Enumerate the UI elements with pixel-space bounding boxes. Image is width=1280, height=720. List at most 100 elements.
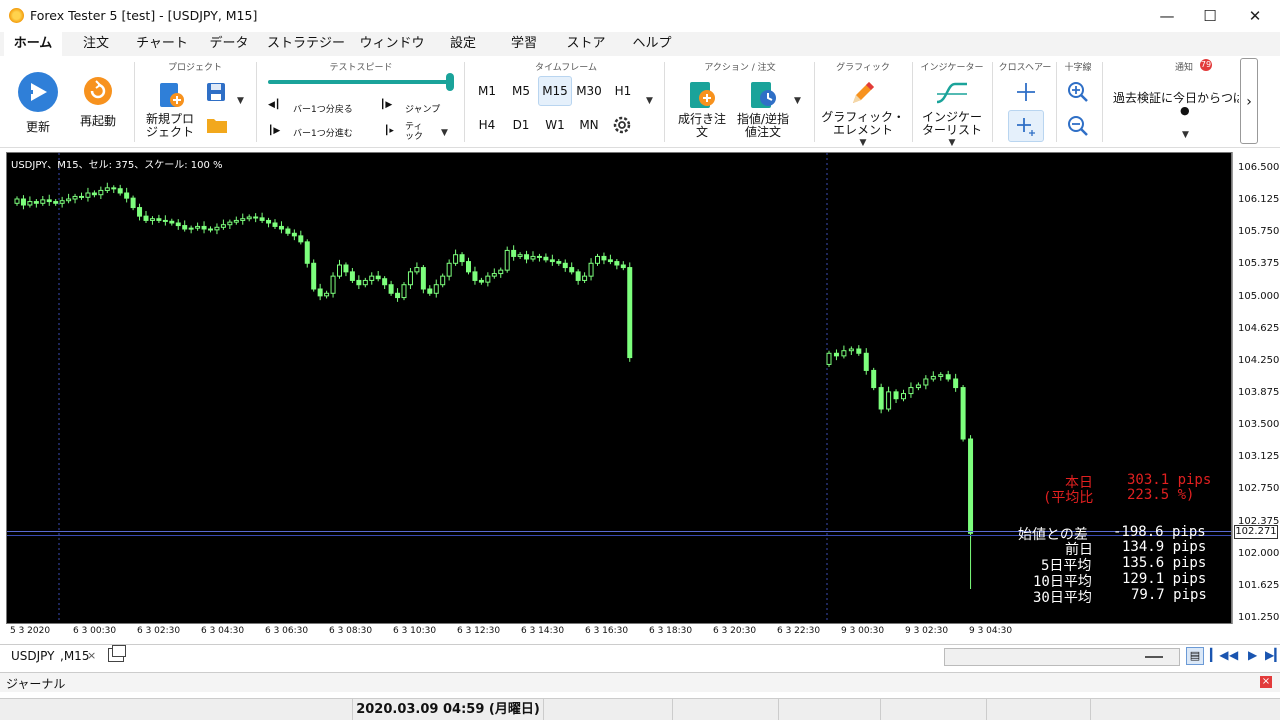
- tab-close-icon[interactable]: ×: [87, 649, 96, 662]
- timeframe-m30[interactable]: M30: [573, 79, 605, 103]
- candle-down: [863, 352, 869, 371]
- timeframe-m15[interactable]: M15: [538, 76, 572, 106]
- forward-bar-icon[interactable]: ┃▶: [268, 126, 280, 136]
- tick-button[interactable]: ティ ック: [405, 122, 423, 142]
- speed-slider-track[interactable]: [268, 80, 452, 84]
- candle-down: [182, 225, 188, 230]
- menu-window[interactable]: ウィンドウ: [358, 32, 426, 56]
- timeframe-group-label: タイムフレーム: [534, 63, 597, 73]
- market-order-button[interactable]: 成行き注 文: [674, 80, 730, 142]
- time-tick-label: 9 3 02:30: [905, 626, 949, 636]
- jump-last-icon[interactable]: ▶▎: [1265, 648, 1280, 662]
- timeframe-m1[interactable]: M1: [471, 79, 503, 103]
- timeframe-dropdown-icon[interactable]: ▼: [646, 96, 653, 106]
- timeframe-h4[interactable]: H4: [471, 113, 503, 137]
- scrollbar-thumb[interactable]: [1145, 656, 1163, 658]
- minimize-icon[interactable]: —: [1155, 4, 1179, 28]
- zoom-out-icon[interactable]: [1066, 114, 1090, 138]
- candle-down: [46, 199, 52, 203]
- tick-icon[interactable]: ┃▸: [384, 126, 394, 136]
- back-bar-button[interactable]: バー1つ分戻る: [293, 102, 353, 115]
- menu-strategy[interactable]: ストラテジー: [266, 32, 346, 56]
- timeframe-w1[interactable]: W1: [539, 113, 571, 137]
- save-icon[interactable]: [206, 82, 226, 102]
- timeframe-mn[interactable]: MN: [573, 113, 605, 137]
- stat-prev-value: 134.9 pips: [1122, 539, 1207, 555]
- zoom-in-icon[interactable]: [1066, 80, 1090, 104]
- timeframe-h1[interactable]: H1: [607, 79, 639, 103]
- update-button[interactable]: 更新: [12, 70, 64, 142]
- restart-button[interactable]: 再起動: [72, 76, 124, 142]
- jump-icon[interactable]: ┃▶: [380, 100, 392, 110]
- menu-settings[interactable]: 設定: [440, 32, 486, 56]
- menu-chart[interactable]: チャート: [132, 32, 192, 56]
- speed-dropdown-icon[interactable]: ▼: [441, 128, 448, 138]
- time-tick-label: 6 3 14:30: [521, 626, 565, 636]
- candle-up: [227, 221, 233, 226]
- candle-down: [343, 264, 349, 273]
- restart-label: 再起動: [79, 114, 116, 128]
- time-tick-label: 6 3 04:30: [201, 626, 245, 636]
- candle-up: [246, 216, 252, 220]
- price-axis[interactable]: 106.500 106.125 105.750 105.375 105.000 104.6…: [1232, 152, 1280, 624]
- indicator-list-button[interactable]: インジケー ターリスト ▼: [916, 78, 988, 148]
- candle-up: [453, 254, 459, 264]
- candle-up: [841, 350, 847, 357]
- menu-learn[interactable]: 学習: [500, 32, 548, 56]
- timeframe-m5[interactable]: M5: [505, 79, 537, 103]
- new-window-icon[interactable]: [108, 645, 126, 662]
- jump-button[interactable]: ジャンプ: [405, 102, 440, 115]
- candle-down: [33, 201, 39, 204]
- time-tick-label: 6 3 16:30: [585, 626, 629, 636]
- divider: [464, 62, 465, 142]
- price-tick-label: 101.625: [1238, 579, 1280, 591]
- close-icon[interactable]: ✕: [1243, 4, 1267, 28]
- order-dropdown-icon[interactable]: ▼: [794, 96, 801, 106]
- time-tick-label: 6 3 12:30: [457, 626, 501, 636]
- tab-usdjpy-m15-timeframe[interactable]: ,M15: [60, 649, 89, 663]
- time-tick-label: 9 3 04:30: [969, 626, 1013, 636]
- candle-up: [886, 391, 892, 410]
- candle-down: [607, 259, 613, 263]
- journal-close-icon[interactable]: ×: [1260, 676, 1272, 688]
- maximize-icon[interactable]: ☐: [1198, 4, 1222, 28]
- notify-dropdown-icon[interactable]: ▼: [1182, 130, 1189, 140]
- candle-up: [530, 255, 536, 260]
- back-bar-icon[interactable]: ◀┃: [268, 100, 280, 110]
- price-tick-label: 103.125: [1238, 451, 1280, 463]
- crosshair-plus-button[interactable]: [1008, 110, 1044, 142]
- graphic-elements-button[interactable]: グラフィック・ エレメント ▼: [820, 78, 906, 148]
- candle-down: [266, 219, 272, 224]
- chart-scrollbar[interactable]: [944, 648, 1180, 666]
- candle-up: [498, 269, 504, 275]
- tab-usdjpy-m15[interactable]: USDJPY: [11, 649, 54, 663]
- forward-bar-button[interactable]: バー1つ分進む: [293, 126, 353, 139]
- pending-order-button[interactable]: 指値/逆指 値注文: [734, 80, 792, 142]
- timeframe-d1[interactable]: D1: [505, 113, 537, 137]
- open-folder-icon[interactable]: [206, 116, 228, 134]
- next-icon[interactable]: ▶: [1248, 648, 1257, 662]
- gear-icon[interactable]: [612, 115, 632, 135]
- time-tick-label: 6 3 20:30: [713, 626, 757, 636]
- chart-area[interactable]: USDJPY、M15、セル: 375、スケール: 100 % 本日 303.1 …: [6, 152, 1232, 624]
- ribbon-scroll-right-button[interactable]: ›: [1240, 58, 1258, 144]
- candle-down: [349, 271, 355, 281]
- time-axis[interactable]: 5 3 2020 6 3 00:30 6 3 02:30 6 3 04:30 6 3 0…: [0, 624, 1232, 642]
- menu-store[interactable]: ストア: [560, 32, 612, 56]
- speed-slider-handle[interactable]: [446, 73, 454, 91]
- prev-icon[interactable]: ◀: [1229, 648, 1238, 662]
- save-dropdown-icon[interactable]: ▼: [237, 96, 244, 106]
- jump-first-icon[interactable]: ▎◀: [1210, 648, 1228, 662]
- divider: [992, 62, 993, 142]
- graphic-dropdown-icon: ▼: [859, 138, 867, 148]
- menu-order[interactable]: 注文: [72, 32, 120, 56]
- new-project-button[interactable]: 新規プロ ジェクト: [144, 80, 196, 142]
- auto-scroll-icon[interactable]: ▤: [1186, 647, 1204, 665]
- menu-help[interactable]: ヘルプ: [626, 32, 678, 56]
- graphic-group-label: グラフィック: [836, 63, 890, 73]
- notify-text[interactable]: 過去検証に今日からつばさ: [1113, 89, 1239, 106]
- menu-data[interactable]: データ: [202, 32, 256, 56]
- menu-home[interactable]: ホーム: [4, 32, 62, 56]
- crosshair-icon[interactable]: [1014, 80, 1038, 104]
- tab-timeframe-label: M15: [63, 649, 90, 663]
